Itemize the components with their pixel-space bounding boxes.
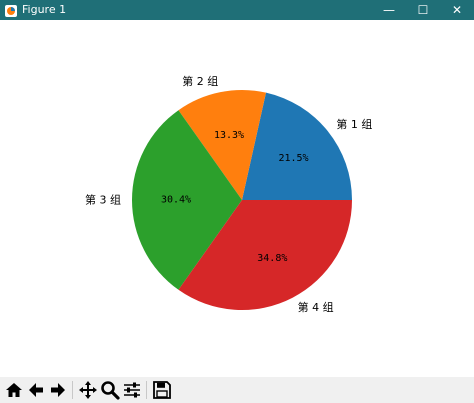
window-title: Figure 1	[22, 3, 67, 16]
plot-canvas[interactable]: 21.5% 第 1 组 13.3% 第 2 组 30.4% 第 3 组 34.8% 第 4 组	[0, 20, 474, 377]
slice-category-label: 第 1 组	[336, 117, 372, 131]
toolbar-separator	[146, 381, 147, 399]
slice-percentage-label: 30.4%	[161, 195, 191, 206]
close-button[interactable]: ✕	[440, 0, 474, 20]
slice-category-label: 第 3 组	[85, 193, 121, 207]
toolbar-separator	[72, 381, 73, 399]
forward-button[interactable]	[48, 380, 68, 400]
zoom-button[interactable]	[100, 380, 120, 400]
slice-percentage-label: 13.3%	[214, 130, 244, 141]
save-icon	[153, 381, 171, 399]
pan-icon	[79, 381, 97, 399]
zoom-icon	[101, 381, 120, 400]
back-button[interactable]	[26, 380, 46, 400]
figure-window: Figure 1 — ☐ ✕ 21.5% 第 1 组 13.3% 第 2 组 30.4%…	[0, 0, 474, 403]
home-button[interactable]	[4, 380, 24, 400]
slice-percentage-label: 34.8%	[257, 253, 287, 264]
pie-chart: 21.5% 第 1 组 13.3% 第 2 组 30.4% 第 3 组 34.8% 第 4 组	[85, 74, 372, 314]
title-bar[interactable]: Figure 1 — ☐ ✕	[0, 0, 474, 20]
slice-category-label: 第 2 组	[182, 74, 218, 88]
save-button[interactable]	[152, 380, 172, 400]
pan-button[interactable]	[78, 380, 98, 400]
slice-category-label: 第 4 组	[298, 300, 334, 314]
navigation-toolbar	[0, 377, 474, 403]
forward-icon	[51, 383, 65, 397]
configure-subplots-button[interactable]	[122, 380, 142, 400]
configure-subplots-icon	[124, 382, 140, 398]
home-icon	[6, 383, 22, 397]
back-icon	[29, 383, 43, 397]
app-icon	[4, 3, 18, 17]
maximize-button[interactable]: ☐	[406, 0, 440, 20]
slice-percentage-label: 21.5%	[278, 153, 308, 164]
minimize-button[interactable]: —	[372, 0, 406, 20]
